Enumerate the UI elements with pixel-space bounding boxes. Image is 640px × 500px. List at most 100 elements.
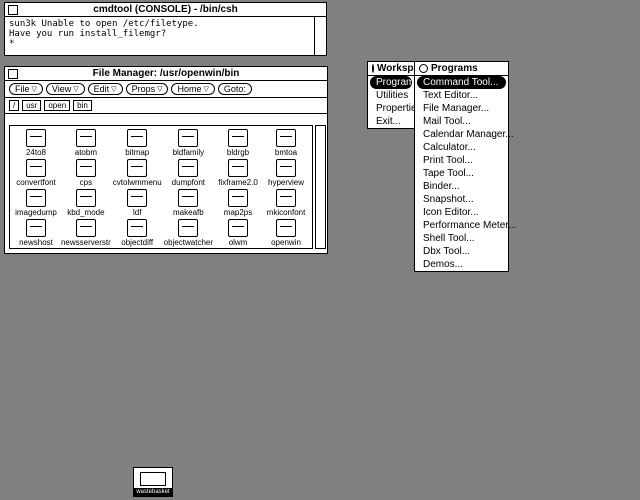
file-icon[interactable]: kbd_mode xyxy=(61,189,111,217)
file-icon[interactable]: atobm xyxy=(61,129,111,157)
close-icon[interactable] xyxy=(8,69,18,79)
iconified-window[interactable]: wastebasket xyxy=(133,467,173,497)
file-icon[interactable]: hyperview xyxy=(263,159,309,187)
programs-menu-item[interactable]: Mail Tool... xyxy=(415,115,508,128)
file-icon[interactable]: bldrgb xyxy=(215,129,261,157)
file-label: objectdiff xyxy=(121,238,153,247)
document-icon xyxy=(76,219,96,237)
file-label: atobm xyxy=(75,148,97,157)
programs-menu-item[interactable]: Dbx Tool... xyxy=(415,245,508,258)
close-icon[interactable] xyxy=(8,5,18,15)
file-label: newshost xyxy=(19,238,53,247)
document-icon xyxy=(26,129,46,147)
console-window[interactable]: cmdtool (CONSOLE) - /bin/csh sun3k Unabl… xyxy=(4,2,327,56)
programs-menu-item[interactable]: Text Editor... xyxy=(415,89,508,102)
file-icon[interactable]: map2ps xyxy=(215,189,261,217)
programs-menu-item[interactable]: Snapshot... xyxy=(415,193,508,206)
workspace-menu-item[interactable]: Properties... xyxy=(368,102,414,115)
path-root[interactable]: / xyxy=(9,100,19,111)
filemgr-toolbar: File▽ View▽ Edit▽ Props▽ Home▽ Goto: xyxy=(5,81,327,98)
path-seg[interactable]: usr xyxy=(22,100,41,111)
file-label: dumpfont xyxy=(172,178,205,187)
document-icon xyxy=(76,159,96,177)
file-icon[interactable]: ldf xyxy=(113,189,162,217)
filemgr-title: File Manager: /usr/openwin/bin xyxy=(93,68,240,79)
document-icon xyxy=(178,159,198,177)
document-icon xyxy=(76,189,96,207)
view-button[interactable]: View▽ xyxy=(46,83,85,95)
programs-menu-item[interactable]: Command Tool... xyxy=(417,76,506,89)
file-icon[interactable]: makeafb xyxy=(164,189,213,217)
document-icon xyxy=(26,219,46,237)
file-icon[interactable]: dumpfont xyxy=(164,159,213,187)
pushpin-icon[interactable] xyxy=(372,64,374,73)
file-button[interactable]: File▽ xyxy=(9,83,43,95)
file-icon[interactable]: objectwatcher xyxy=(164,219,213,247)
chevron-down-icon: ▽ xyxy=(73,85,78,93)
file-icon[interactable]: cvtolwmmenu xyxy=(113,159,162,187)
workspace-menu-item[interactable]: Exit... xyxy=(368,115,414,128)
goto-button[interactable]: Goto: xyxy=(218,83,252,95)
file-icon[interactable]: objectdiff xyxy=(113,219,162,247)
file-icon[interactable]: bitmap xyxy=(113,129,162,157)
file-label: 24to8 xyxy=(26,148,46,157)
file-label: olwm xyxy=(229,238,248,247)
file-label: openwin xyxy=(271,238,301,247)
file-label: convertfont xyxy=(16,178,56,187)
chevron-down-icon: ▽ xyxy=(111,85,116,93)
edit-button[interactable]: Edit▽ xyxy=(88,83,123,95)
file-icon[interactable]: cps xyxy=(61,159,111,187)
document-icon xyxy=(276,189,296,207)
pushpin-icon[interactable] xyxy=(419,64,428,73)
file-icon[interactable]: imagedump xyxy=(13,189,59,217)
file-icon[interactable]: convertfont xyxy=(13,159,59,187)
document-icon xyxy=(228,189,248,207)
file-icon-pane[interactable]: 24to8 atobm bitmap bldfamily bldrgbbmtoa conv… xyxy=(9,125,313,249)
file-label: newsserverstr xyxy=(61,238,111,247)
home-button[interactable]: Home▽ xyxy=(171,83,214,95)
file-icon[interactable]: olwm xyxy=(215,219,261,247)
programs-menu-item[interactable]: Icon Editor... xyxy=(415,206,508,219)
file-icon[interactable]: bldfamily xyxy=(164,129,213,157)
console-scrollbar[interactable] xyxy=(314,17,326,55)
props-button[interactable]: Props▽ xyxy=(126,83,169,95)
document-icon xyxy=(228,219,248,237)
document-icon xyxy=(178,189,198,207)
programs-menu-item[interactable]: Print Tool... xyxy=(415,154,508,167)
document-icon xyxy=(127,189,147,207)
programs-menu-item[interactable]: Shell Tool... xyxy=(415,232,508,245)
programs-menu-item[interactable]: Binder... xyxy=(415,180,508,193)
file-label: bldfamily xyxy=(173,148,205,157)
workspace-menu-item[interactable]: Programs xyxy=(370,76,412,89)
programs-menu-item[interactable]: Calendar Manager... xyxy=(415,128,508,141)
console-titlebar[interactable]: cmdtool (CONSOLE) - /bin/csh xyxy=(5,3,326,17)
path-seg[interactable]: bin xyxy=(73,100,92,111)
programs-menu-item[interactable]: Performance Meter... xyxy=(415,219,508,232)
path-seg[interactable]: open xyxy=(44,100,70,111)
file-icon[interactable]: bmtoa xyxy=(263,129,309,157)
file-icon[interactable]: fixframe2.0 xyxy=(215,159,261,187)
chevron-down-icon: ▽ xyxy=(157,85,162,93)
document-icon xyxy=(276,159,296,177)
programs-menu-item[interactable]: Tape Tool... xyxy=(415,167,508,180)
workspace-menu-item[interactable]: Utilities xyxy=(368,89,414,102)
programs-menu-item[interactable]: Calculator... xyxy=(415,141,508,154)
file-icon[interactable]: mkiconfont xyxy=(263,189,309,217)
filemgr-scrollbar[interactable] xyxy=(315,125,326,249)
file-icon[interactable]: newshost xyxy=(13,219,59,247)
workspace-menu[interactable]: Workspa ProgramsUtilitiesProperties...Ex… xyxy=(367,61,415,129)
console-output: sun3k Unable to open /etc/filetype. Have… xyxy=(5,17,326,51)
file-icon[interactable]: openwin xyxy=(263,219,309,247)
document-icon xyxy=(178,129,198,147)
file-icon[interactable]: newsserverstr xyxy=(61,219,111,247)
document-icon xyxy=(26,159,46,177)
document-icon xyxy=(228,159,248,177)
file-icon[interactable]: 24to8 xyxy=(13,129,59,157)
programs-menu-item[interactable]: File Manager... xyxy=(415,102,508,115)
file-manager-window[interactable]: File Manager: /usr/openwin/bin File▽ Vie… xyxy=(4,66,328,254)
filemgr-titlebar[interactable]: File Manager: /usr/openwin/bin xyxy=(5,67,327,81)
chevron-down-icon: ▽ xyxy=(32,85,37,93)
chevron-down-icon: ▽ xyxy=(203,85,208,93)
programs-menu-item[interactable]: Demos... xyxy=(415,258,508,271)
programs-menu[interactable]: Programs Command Tool...Text Editor...Fi… xyxy=(414,61,509,272)
